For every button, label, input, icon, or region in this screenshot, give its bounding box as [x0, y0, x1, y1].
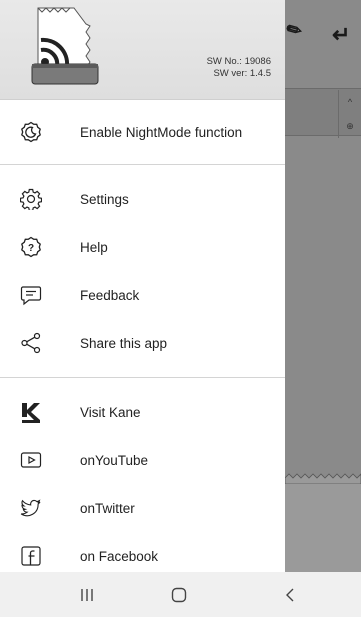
- menu-item-help[interactable]: ? Help: [0, 223, 285, 271]
- menu-item-twitter[interactable]: onTwitter: [0, 484, 285, 532]
- gear-icon: [19, 187, 43, 211]
- settings-small-icon: ⊕: [338, 114, 361, 138]
- main-menu-section: Settings ? Help Feedback Share this app: [0, 165, 285, 378]
- system-nav-bar: [0, 572, 361, 617]
- drawer-header: SW No.: 19086 SW ver: 1.4.5: [0, 0, 285, 100]
- night-mode-section: Enable NightMode function: [0, 100, 285, 165]
- sw-number: SW No.: 19086: [206, 56, 271, 67]
- help-label: Help: [80, 239, 108, 255]
- edit-icon: ✎: [282, 17, 306, 43]
- menu-item-night-mode[interactable]: Enable NightMode function: [0, 108, 285, 156]
- menu-item-share[interactable]: Share this app: [0, 319, 285, 367]
- facebook-label: on Facebook: [80, 548, 159, 564]
- menu-item-settings[interactable]: Settings: [0, 175, 285, 223]
- recents-icon[interactable]: [75, 584, 99, 606]
- software-info: SW No.: 19086 SW ver: 1.4.5: [207, 56, 271, 80]
- home-icon[interactable]: [167, 584, 191, 606]
- share-icon: [19, 331, 43, 355]
- twitter-label: onTwitter: [80, 500, 135, 516]
- share-label: Share this app: [80, 335, 168, 351]
- receipt-paper: [285, 473, 361, 572]
- youtube-icon: [19, 448, 43, 472]
- enter-icon: ↵: [332, 22, 351, 47]
- twitter-icon: [19, 496, 43, 520]
- facebook-icon: [19, 544, 43, 568]
- visit-kane-label: Visit Kane: [80, 404, 141, 420]
- feedback-icon: [19, 283, 43, 307]
- scroll-up-icon: ^: [338, 90, 361, 114]
- navigation-drawer: SW No.: 19086 SW ver: 1.4.5 Enable Night…: [0, 0, 285, 572]
- help-icon: ?: [19, 235, 43, 259]
- night-mode-icon: [19, 120, 43, 144]
- svg-text:?: ?: [28, 243, 34, 254]
- settings-label: Settings: [80, 191, 129, 207]
- printer-logo-icon: [31, 7, 99, 85]
- youtube-label: onYouTube: [80, 452, 149, 468]
- back-icon[interactable]: [278, 584, 302, 606]
- kane-logo-icon: [19, 400, 43, 424]
- menu-item-visit-kane[interactable]: Visit Kane: [0, 388, 285, 436]
- sw-version: SW ver: 1.4.5: [213, 68, 271, 79]
- menu-item-youtube[interactable]: onYouTube: [0, 436, 285, 484]
- feedback-label: Feedback: [80, 287, 140, 303]
- menu-item-facebook[interactable]: on Facebook: [0, 532, 285, 572]
- menu-item-feedback[interactable]: Feedback: [0, 271, 285, 319]
- night-mode-label: Enable NightMode function: [80, 124, 243, 140]
- links-section: Visit Kane onYouTube onTwitter on Facebo…: [0, 378, 285, 572]
